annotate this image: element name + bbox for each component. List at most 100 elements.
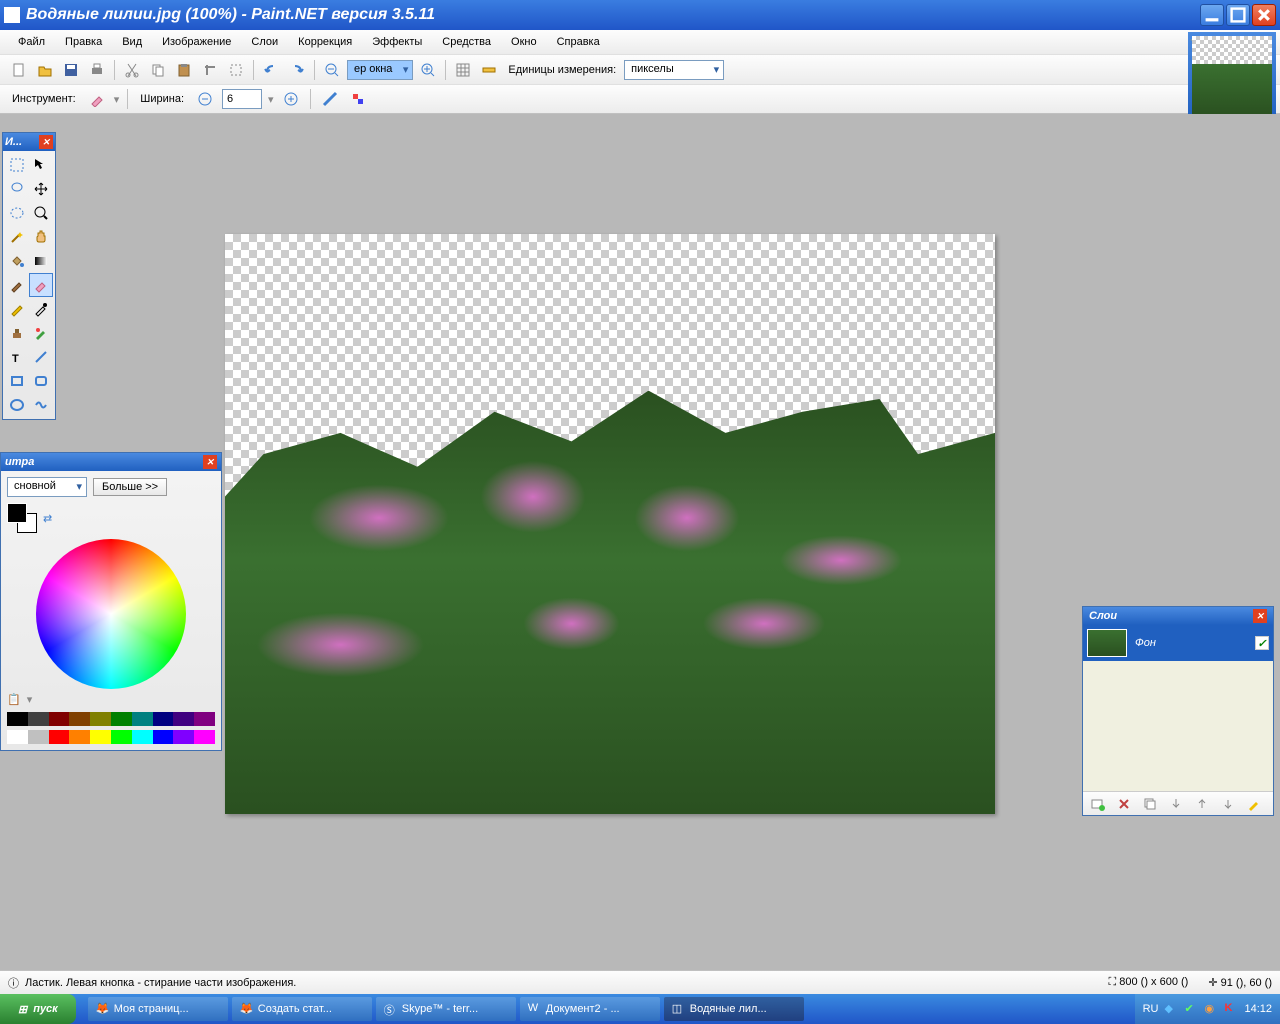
colors-window[interactable]: итра ✕ сновной Больше >> ⇄ 📋 ▾ [0,452,222,751]
move-down-button[interactable] [1217,793,1239,815]
menu-adjustments[interactable]: Коррекция [288,33,362,51]
taskbar-item-firefox2[interactable]: 🦊Создать стат... [232,997,372,1021]
duplicate-layer-button[interactable] [1139,793,1161,815]
colors-close-button[interactable]: ✕ [203,455,217,469]
clock[interactable]: 14:12 [1244,1003,1272,1015]
freeform-tool[interactable] [29,393,53,417]
ruler-button[interactable] [478,59,500,81]
tray-icon-2[interactable]: ✔ [1184,1002,1198,1016]
system-tray[interactable]: RU ◆ ✔ ◉ K 14:12 [1135,994,1280,1024]
width-increase-button[interactable] [280,88,302,110]
taskbar-item-firefox1[interactable]: 🦊Моя страниц... [88,997,228,1021]
primary-color-swatch[interactable] [7,503,27,523]
brush-tool[interactable] [5,273,29,297]
start-button[interactable]: ⊞ пуск [0,994,76,1024]
current-tool-icon[interactable] [86,88,108,110]
save-button[interactable] [60,59,82,81]
new-button[interactable] [8,59,30,81]
color-palette[interactable] [7,712,215,726]
magic-wand-tool[interactable] [5,225,29,249]
minimize-button[interactable] [1200,4,1224,26]
layers-window[interactable]: Слои ✕ Фон ✓ [1082,606,1274,816]
pencil-tool[interactable] [5,297,29,321]
colors-window-titlebar[interactable]: итра ✕ [1,453,221,471]
zoom-in-button[interactable] [417,59,439,81]
zoom-tool[interactable] [29,201,53,225]
close-button[interactable] [1252,4,1276,26]
width-input[interactable] [222,89,262,109]
fill-tool[interactable] [5,249,29,273]
canvas[interactable] [225,234,995,814]
color-mode-select[interactable]: сновной [7,477,87,497]
ellipse-tool[interactable] [5,393,29,417]
menu-view[interactable]: Вид [112,33,152,51]
lasso-tool[interactable] [5,177,29,201]
copy-button[interactable] [147,59,169,81]
zoom-out-button[interactable] [321,59,343,81]
maximize-button[interactable] [1226,4,1250,26]
blend-button[interactable] [347,88,369,110]
print-button[interactable] [86,59,108,81]
redo-button[interactable] [286,59,308,81]
taskbar-item-paintnet[interactable]: ◫Водяные лил... [664,997,804,1021]
color-wheel[interactable] [36,539,186,689]
menu-file[interactable]: Файл [8,33,55,51]
color-palette-2[interactable] [7,730,215,744]
palette-toggle-icon[interactable]: 📋 [7,693,21,706]
layer-properties-button[interactable] [1243,793,1265,815]
tray-icon-3[interactable]: ◉ [1204,1002,1218,1016]
more-button[interactable]: Больше >> [93,478,167,496]
merge-down-button[interactable] [1165,793,1187,815]
tray-icon-1[interactable]: ◆ [1164,1002,1178,1016]
tools-window-titlebar[interactable]: И... ✕ [3,133,55,151]
roundrect-tool[interactable] [29,369,53,393]
paste-button[interactable] [173,59,195,81]
pan-tool[interactable] [29,225,53,249]
crop-button[interactable] [199,59,221,81]
tools-close-button[interactable]: ✕ [39,135,53,149]
antialias-button[interactable] [319,88,341,110]
zoom-select[interactable]: ер окна [347,60,413,80]
layers-close-button[interactable]: ✕ [1253,609,1267,623]
layers-window-titlebar[interactable]: Слои ✕ [1083,607,1273,625]
menu-edit[interactable]: Правка [55,33,112,51]
recolor-tool[interactable] [29,321,53,345]
clone-tool[interactable] [5,321,29,345]
add-layer-button[interactable] [1087,793,1109,815]
layer-item[interactable]: Фон ✓ [1083,625,1273,661]
menu-layers[interactable]: Слои [241,33,288,51]
deselect-button[interactable] [225,59,247,81]
eraser-tool[interactable] [29,273,53,297]
rect-tool[interactable] [5,369,29,393]
kaspersky-icon[interactable]: K [1224,1002,1238,1016]
menu-help[interactable]: Справка [547,33,610,51]
picker-tool[interactable] [29,297,53,321]
rect-select-tool[interactable] [5,153,29,177]
units-select[interactable]: пикселы [624,60,724,80]
menu-effects[interactable]: Эффекты [362,33,432,51]
layer-visibility-checkbox[interactable]: ✓ [1255,636,1269,650]
ellipse-select-tool[interactable] [5,201,29,225]
undo-button[interactable] [260,59,282,81]
language-indicator[interactable]: RU [1143,1003,1159,1015]
taskbar-item-word[interactable]: WДокумент2 - ... [520,997,660,1021]
taskbar-item-skype[interactable]: ⓈSkype™ - terr... [376,997,516,1021]
menu-image[interactable]: Изображение [152,33,241,51]
gradient-tool[interactable] [29,249,53,273]
width-decrease-button[interactable] [194,88,216,110]
tools-window[interactable]: И... ✕ T [2,132,56,420]
swap-colors-icon[interactable]: ⇄ [43,512,52,525]
document-thumbnail[interactable]: ✦ [1188,32,1276,120]
move-tool[interactable] [29,177,53,201]
delete-layer-button[interactable] [1113,793,1135,815]
menu-window[interactable]: Окно [501,33,547,51]
color-swatches[interactable] [7,503,37,533]
open-button[interactable] [34,59,56,81]
text-tool[interactable]: T [5,345,29,369]
cut-button[interactable] [121,59,143,81]
line-tool[interactable] [29,345,53,369]
move-up-button[interactable] [1191,793,1213,815]
menu-tools[interactable]: Средства [432,33,501,51]
grid-button[interactable] [452,59,474,81]
move-select-tool[interactable] [29,153,53,177]
